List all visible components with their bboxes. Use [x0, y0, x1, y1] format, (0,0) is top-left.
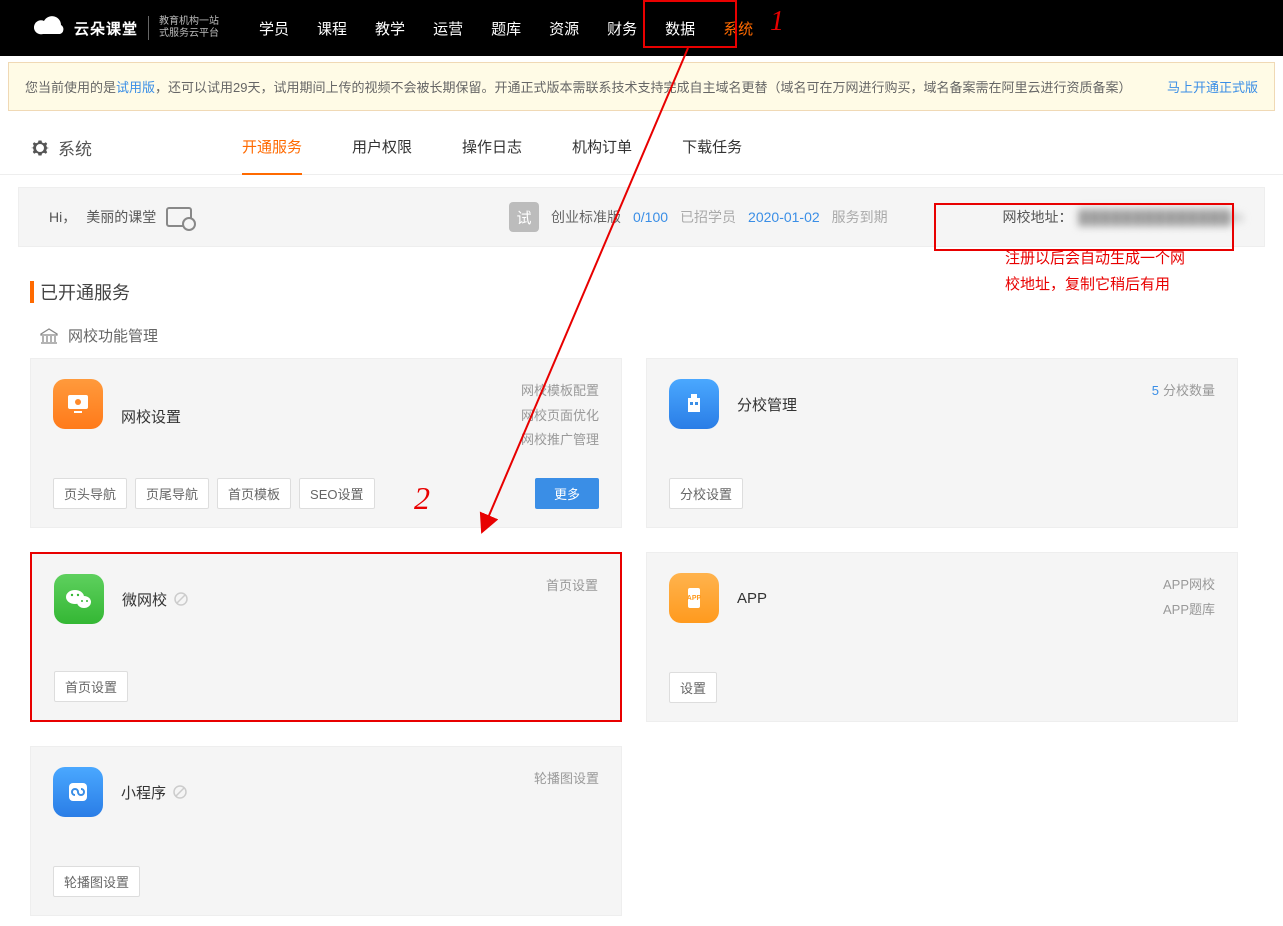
upgrade-link[interactable]: 马上开通正式版: [1167, 77, 1258, 96]
card-miniprogram: 小程序 轮播图设置 轮播图设置: [30, 746, 622, 916]
recruit-count: 0/100: [633, 209, 668, 225]
btn-header-nav[interactable]: 页头导航: [53, 478, 127, 509]
tab-open-service[interactable]: 开通服务: [242, 121, 302, 175]
plan-name: 创业标准版: [551, 207, 621, 227]
logo-text: 云朵课堂: [74, 18, 138, 39]
subsection-title: 网校功能管理: [40, 325, 1253, 346]
card-school-settings: 网校设置 网校模板配置 网校页面优化 网校推广管理 页头导航 页尾导航 首页模板…: [30, 358, 622, 528]
addr-label: 网校地址：: [1002, 207, 1072, 227]
page-title: 系统: [30, 135, 92, 160]
school-name: 美丽的课堂: [86, 207, 156, 227]
trial-banner: 您当前使用的是 试用版 ，还可以试用29天，试用期间上传的视频不会被长期保留。开…: [8, 62, 1275, 111]
gear-icon: [30, 138, 50, 158]
nav-qbank[interactable]: 题库: [491, 0, 521, 56]
sub-nav: 系统 开通服务 用户权限 操作日志 机构订单 下载任务: [0, 121, 1283, 175]
btn-home-tpl[interactable]: 首页模板: [217, 478, 291, 509]
nav-resource[interactable]: 资源: [549, 0, 579, 56]
btn-mp-carousel[interactable]: 轮播图设置: [53, 866, 140, 897]
branch-count: 5: [1152, 383, 1159, 398]
disabled-icon: [173, 591, 189, 607]
svg-text:APP: APP: [687, 595, 702, 602]
nav-courses[interactable]: 课程: [317, 0, 347, 56]
nav-finance[interactable]: 财务: [607, 0, 637, 56]
wechat-icon: [54, 574, 104, 624]
btn-seo[interactable]: SEO设置: [299, 478, 374, 509]
nav-ops[interactable]: 运营: [433, 0, 463, 56]
cloud-icon: [34, 16, 68, 40]
building-icon: [669, 379, 719, 429]
nav-teach[interactable]: 教学: [375, 0, 405, 56]
top-nav: 云朵课堂 教育机构一站 式服务云平台 学员 课程 教学 运营 题库 资源 财务 …: [0, 0, 1283, 56]
btn-branch-settings[interactable]: 分校设置: [669, 478, 743, 509]
trial-link[interactable]: 试用版: [116, 77, 155, 96]
expire-date: 2020-01-02: [748, 209, 820, 225]
btn-more[interactable]: 更多: [535, 478, 599, 509]
nav-items: 学员 课程 教学 运营 题库 资源 财务 数据 系统: [259, 0, 753, 56]
nav-system[interactable]: 系统: [723, 0, 753, 56]
logo[interactable]: 云朵课堂 教育机构一站 式服务云平台: [34, 16, 219, 40]
card-wechat-school: 微网校 首页设置 首页设置: [30, 552, 622, 722]
card-branch-manage: 分校管理 5分校数量 分校设置: [646, 358, 1238, 528]
tab-op-log[interactable]: 操作日志: [462, 121, 522, 175]
school-url: ██████████████m: [1078, 209, 1244, 225]
btn-app-settings[interactable]: 设置: [669, 672, 717, 703]
bank-icon: [40, 328, 58, 344]
app-icon: APP: [669, 573, 719, 623]
monitor-icon: [53, 379, 103, 429]
tab-downloads[interactable]: 下载任务: [682, 121, 742, 175]
card-app: APP APP APP网校 APP题库 设置: [646, 552, 1238, 722]
disabled-icon: [172, 784, 188, 800]
miniprogram-icon: [53, 767, 103, 817]
nav-data[interactable]: 数据: [665, 0, 695, 56]
id-card-icon[interactable]: [166, 207, 192, 227]
btn-footer-nav[interactable]: 页尾导航: [135, 478, 209, 509]
section-title: 已开通服务: [30, 279, 1253, 305]
tab-user-perm[interactable]: 用户权限: [352, 121, 412, 175]
nav-students[interactable]: 学员: [259, 0, 289, 56]
tab-orders[interactable]: 机构订单: [572, 121, 632, 175]
info-bar: Hi， 美丽的课堂 试 创业标准版 0/100 已招学员 2020-01-02 …: [18, 187, 1265, 247]
trial-badge-icon: 试: [509, 202, 539, 232]
btn-wx-home-settings[interactable]: 首页设置: [54, 671, 128, 702]
